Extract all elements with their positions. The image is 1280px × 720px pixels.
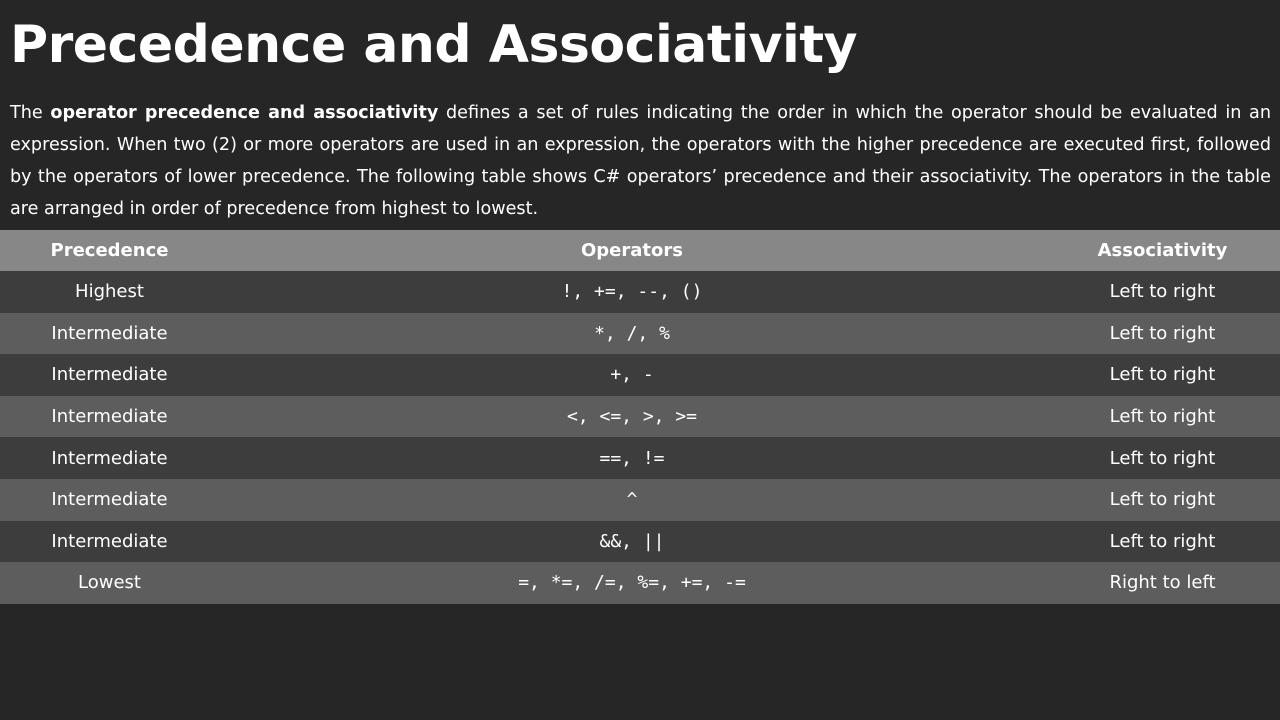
page-title: Precedence and Associativity: [10, 15, 858, 75]
cell-operators: =, *=, /=, %=, +=, -=: [219, 562, 1045, 604]
table-row: Intermediate +, - Left to right: [0, 354, 1280, 396]
table-row: Intermediate <, <=, >, >= Left to right: [0, 395, 1280, 438]
table-row: Intermediate ==, != Left to right: [0, 437, 1280, 479]
cell-associativity: Left to right: [1045, 437, 1280, 479]
table-header-row: Precedence Operators Associativity: [0, 230, 1280, 271]
cell-operators: <, <=, >, >=: [219, 395, 1045, 438]
cell-associativity: Right to left: [1045, 562, 1280, 604]
cell-associativity: Left to right: [1045, 354, 1280, 396]
cell-operators: ^: [219, 478, 1045, 521]
table-row: Lowest =, *=, /=, %=, +=, -= Right to le…: [0, 562, 1280, 604]
cell-associativity: Left to right: [1045, 478, 1280, 521]
header-precedence: Precedence: [0, 230, 219, 271]
intro-bold-term: operator precedence and associativity: [50, 103, 439, 123]
cell-associativity: Left to right: [1045, 271, 1280, 313]
cell-associativity: Left to right: [1045, 312, 1280, 355]
header-operators: Operators: [219, 230, 1045, 271]
cell-associativity: Left to right: [1045, 395, 1280, 438]
cell-precedence: Intermediate: [0, 395, 219, 438]
cell-precedence: Intermediate: [0, 354, 219, 396]
slide: Precedence and Associativity The operato…: [0, 0, 1280, 720]
intro-paragraph: The operator precedence and associativit…: [10, 97, 1271, 225]
cell-precedence: Lowest: [0, 562, 219, 604]
cell-operators: *, /, %: [219, 312, 1045, 355]
intro-text-start: The: [10, 103, 51, 123]
cell-precedence: Highest: [0, 271, 219, 313]
cell-associativity: Left to right: [1045, 520, 1280, 563]
header-associativity: Associativity: [1045, 230, 1280, 271]
cell-precedence: Intermediate: [0, 437, 219, 479]
table-row: Intermediate *, /, % Left to right: [0, 312, 1280, 355]
cell-precedence: Intermediate: [0, 312, 219, 355]
cell-operators: +, -: [219, 354, 1045, 396]
cell-precedence: Intermediate: [0, 520, 219, 563]
table-row: Highest !, +=, --, () Left to right: [0, 271, 1280, 313]
table-row: Intermediate ^ Left to right: [0, 478, 1280, 521]
table-row: Intermediate &&, || Left to right: [0, 520, 1280, 563]
precedence-table: Precedence Operators Associativity Highe…: [0, 230, 1280, 604]
cell-operators: &&, ||: [219, 520, 1045, 563]
cell-operators: !, +=, --, (): [219, 271, 1045, 313]
cell-operators: ==, !=: [219, 437, 1045, 479]
cell-precedence: Intermediate: [0, 478, 219, 521]
